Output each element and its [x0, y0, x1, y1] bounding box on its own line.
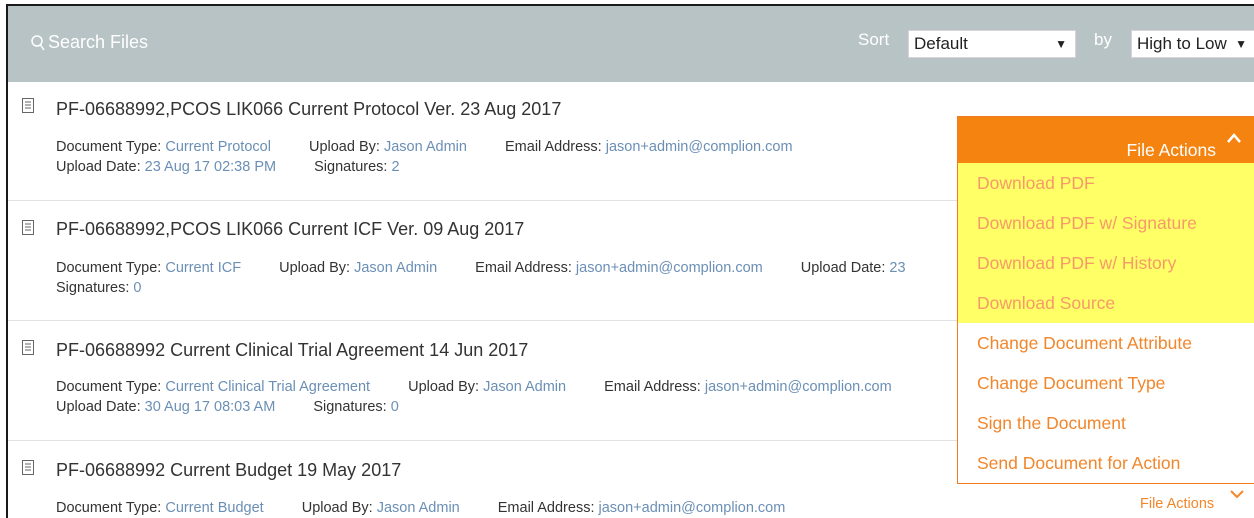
signatures-value: 0: [390, 399, 399, 415]
document-meta-line: Upload Date: 30 Aug 17 08:03 AM Signatur…: [56, 399, 399, 415]
sort-order-value: High to Low: [1137, 34, 1227, 53]
select-caret-icon: ▼: [1055, 37, 1067, 51]
doc-type-label: Document Type:: [56, 260, 162, 276]
signatures-value: 2: [391, 159, 400, 175]
email-value: jason+admin@complion.com: [704, 379, 892, 395]
doc-type-value: Current Clinical Trial Agreement: [165, 379, 371, 395]
doc-type-label: Document Type:: [56, 379, 162, 395]
document-title[interactable]: PF-06688992,PCOS LIK066 Current Protocol…: [56, 99, 561, 120]
upload-date-value: 23: [889, 260, 906, 276]
document-meta-line: Document Type: Current Clinical Trial Ag…: [56, 379, 892, 395]
upload-date-label: Upload Date:: [56, 399, 141, 415]
email-value: jason+admin@complion.com: [598, 500, 786, 516]
upload-by-label: Upload By:: [408, 379, 480, 395]
upload-by-value: Jason Admin: [354, 260, 438, 276]
doc-type-label: Document Type:: [56, 500, 162, 516]
signatures-label: Signatures:: [56, 280, 130, 296]
document-meta-line: Upload Date: 23 Aug 17 02:38 PM Signatur…: [56, 159, 400, 175]
upload-by-value: Jason Admin: [376, 500, 460, 516]
email-label: Email Address:: [604, 379, 701, 395]
file-list-panel: Search Files Sort Default ▼ by High to L…: [6, 4, 1254, 518]
menu-item-change-attribute[interactable]: Change Document Attribute: [958, 323, 1254, 363]
upload-by-label: Upload By:: [279, 260, 351, 276]
chevron-up-icon: [1227, 133, 1241, 143]
upload-date-label: Upload Date:: [56, 159, 141, 175]
file-actions-toggle[interactable]: File Actions: [958, 117, 1254, 163]
upload-date-value: 23 Aug 17 02:38 PM: [144, 159, 277, 175]
upload-by-value: Jason Admin: [383, 139, 467, 155]
menu-item-send-for-action[interactable]: Send Document for Action: [958, 443, 1254, 483]
email-value: jason+admin@complion.com: [605, 139, 793, 155]
email-label: Email Address:: [497, 500, 595, 516]
menu-item-download-pdf[interactable]: Download PDF: [958, 163, 1254, 203]
document-title[interactable]: PF-06688992 Current Clinical Trial Agree…: [56, 340, 528, 361]
signatures-label: Signatures:: [314, 159, 388, 175]
document-icon: [22, 220, 34, 235]
search-placeholder: Search Files: [48, 32, 149, 52]
email-label: Email Address:: [475, 260, 572, 276]
sort-label: Sort: [858, 30, 890, 49]
document-icon: [22, 340, 34, 355]
document-meta-line: Document Type: Current Budget Upload By:…: [56, 500, 785, 516]
file-actions-header: File Actions: [1126, 140, 1216, 160]
menu-item-download-pdf-history[interactable]: Download PDF w/ History: [958, 243, 1254, 283]
search-icon: [31, 34, 45, 50]
doc-type-value: Current Budget: [165, 500, 264, 516]
file-actions-link[interactable]: File Actions: [1140, 496, 1214, 512]
document-meta-line: Signatures: 0: [56, 280, 141, 296]
signatures-value: 0: [133, 280, 142, 296]
document-title[interactable]: PF-06688992,PCOS LIK066 Current ICF Ver.…: [56, 219, 524, 240]
upload-by-label: Upload By:: [308, 139, 380, 155]
email-value: jason+admin@complion.com: [575, 260, 763, 276]
doc-type-value: Current Protocol: [165, 139, 271, 155]
sort-order-select[interactable]: High to Low ▼: [1131, 30, 1254, 58]
signatures-label: Signatures:: [313, 399, 387, 415]
upload-by-label: Upload By:: [301, 500, 373, 516]
document-meta-line: Document Type: Current Protocol Upload B…: [56, 139, 793, 155]
email-label: Email Address:: [505, 139, 602, 155]
menu-item-sign-document[interactable]: Sign the Document: [958, 403, 1254, 443]
document-icon: [22, 98, 34, 113]
top-toolbar: Search Files Sort Default ▼ by High to L…: [8, 6, 1254, 82]
select-caret-icon: ▼: [1235, 37, 1247, 51]
document-title[interactable]: PF-06688992 Current Budget 19 May 2017: [56, 460, 401, 481]
menu-item-change-type[interactable]: Change Document Type: [958, 363, 1254, 403]
document-meta-line: Document Type: Current ICF Upload By: Ja…: [56, 260, 906, 276]
upload-date-value: 30 Aug 17 08:03 AM: [144, 399, 276, 415]
doc-type-label: Document Type:: [56, 139, 162, 155]
by-label: by: [1094, 30, 1112, 49]
search-box[interactable]: Search Files: [30, 32, 148, 53]
upload-date-label: Upload Date:: [800, 260, 886, 276]
sort-field-value: Default: [914, 34, 968, 53]
menu-item-download-pdf-signature[interactable]: Download PDF w/ Signature: [958, 203, 1254, 243]
chevron-down-icon[interactable]: [1230, 489, 1244, 499]
doc-type-value: Current ICF: [165, 260, 242, 276]
document-icon: [22, 460, 34, 475]
sort-field-select[interactable]: Default ▼: [908, 30, 1076, 58]
upload-by-value: Jason Admin: [483, 379, 567, 395]
menu-item-download-source[interactable]: Download Source: [958, 283, 1254, 323]
file-actions-dropdown: File Actions Download PDF Download PDF w…: [957, 116, 1254, 484]
